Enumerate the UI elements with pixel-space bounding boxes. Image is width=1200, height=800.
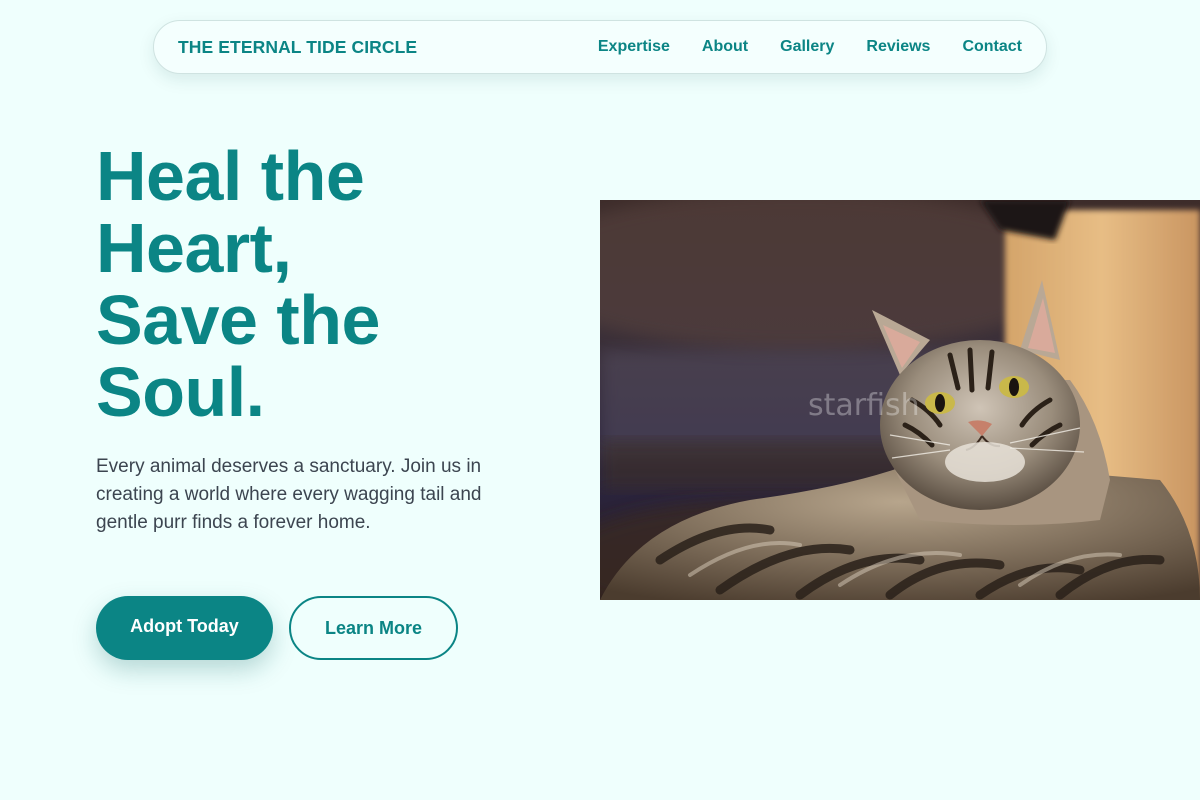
nav-link-about[interactable]: About [702,38,748,56]
hero-title-line: Soul. [96,353,265,431]
nav-link-gallery[interactable]: Gallery [780,38,834,56]
brand-logo[interactable]: THE ETERNAL TIDE CIRCLE [178,37,417,58]
hero-title-line: Heart, [96,209,292,287]
hero-cat-image: starfish [600,200,1200,600]
navbar: THE ETERNAL TIDE CIRCLE Expertise About … [153,20,1047,74]
learn-more-button[interactable]: Learn More [289,596,458,660]
nav-link-contact[interactable]: Contact [962,38,1022,56]
adopt-today-button[interactable]: Adopt Today [96,596,273,660]
hero-description: Every animal deserves a sanctuary. Join … [96,456,482,533]
watermark-text: starfish [808,388,920,423]
nav-links: Expertise About Gallery Reviews Contact [598,38,1022,56]
nav-link-reviews[interactable]: Reviews [866,38,930,56]
hero-title-line: Heal the [96,137,365,215]
cat-photo: starfish [600,200,1200,600]
hero-title: Heal the Heart, Save the Soul. [96,140,526,428]
hero-title-line: Save the [96,281,380,359]
nav-link-expertise[interactable]: Expertise [598,38,670,56]
